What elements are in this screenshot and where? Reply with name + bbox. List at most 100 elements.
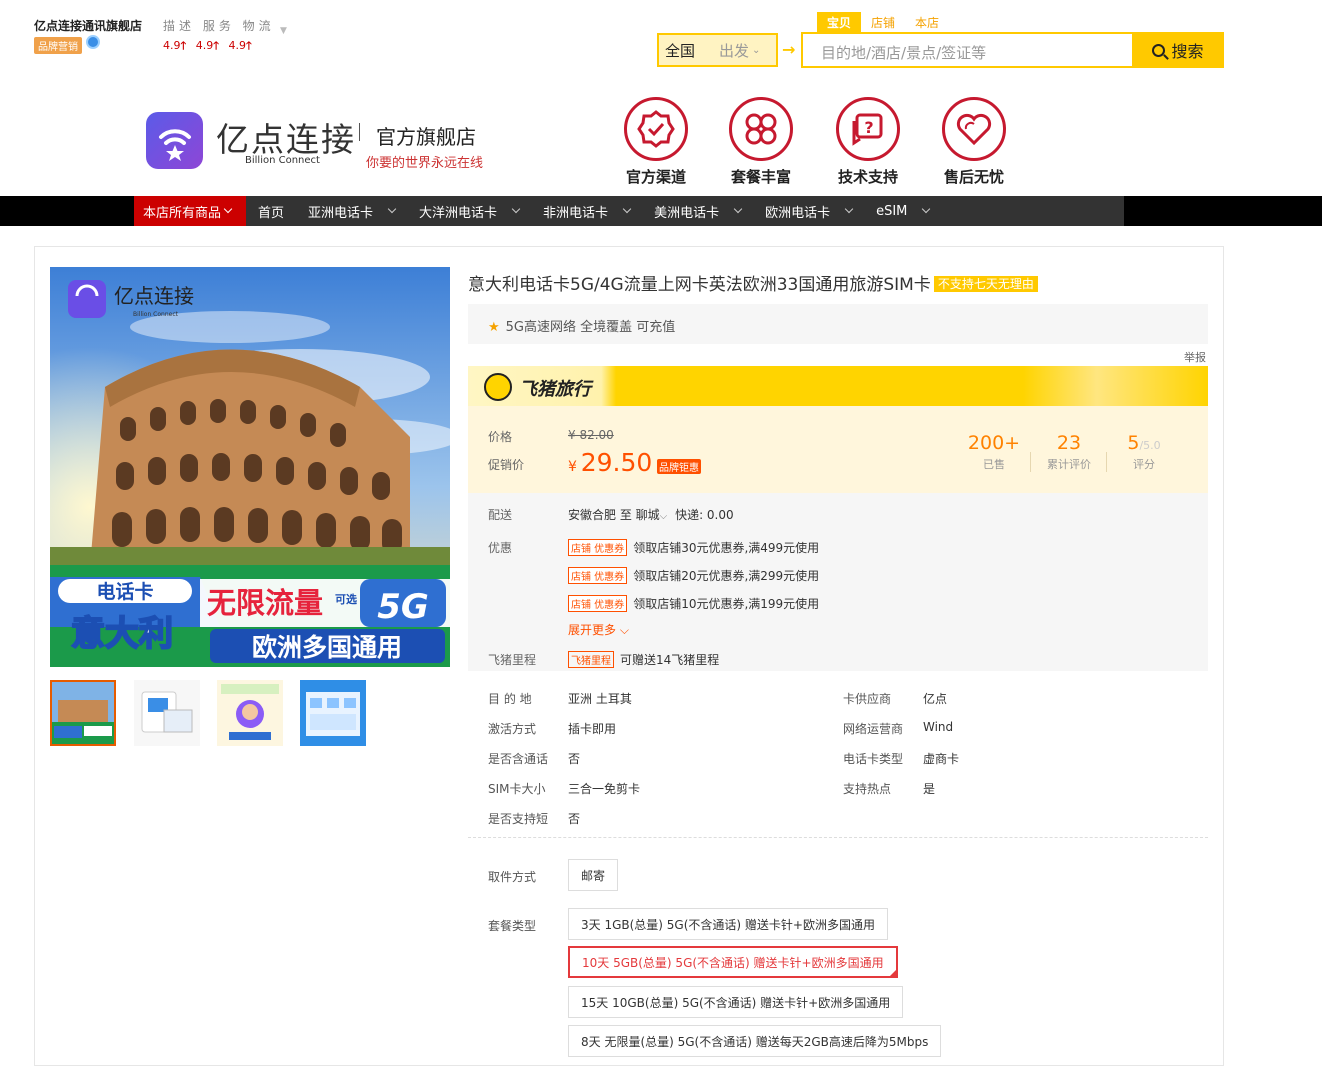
shipping-route[interactable]: 安徽合肥 至 聊城: [568, 508, 660, 522]
shop-name[interactable]: 亿点连接通讯旗舰店: [34, 17, 142, 34]
chevron-down-icon: [223, 204, 233, 214]
attr-value: 虚商卡: [923, 752, 960, 766]
thumbnail-2[interactable]: [134, 680, 200, 746]
attr-value: 插卡即用: [568, 722, 617, 736]
image-text-line1: 电话卡: [96, 580, 153, 603]
stat-rating: 5/5.0 评分: [1112, 432, 1176, 472]
nav-all-products[interactable]: 本店所有商品: [134, 196, 246, 226]
image-text-line4: 5G: [377, 587, 429, 627]
attr-label: 网络运营商: [843, 722, 904, 736]
rating-service: 4.9: [195, 39, 214, 52]
image-text-line3b: 可选: [335, 592, 357, 606]
ratings-dropdown-icon[interactable]: ▼: [280, 26, 287, 36]
clover-icon: [729, 97, 793, 161]
feature-label: 套餐丰富: [730, 168, 791, 186]
attr-label: 卡供应商: [843, 692, 892, 706]
package-option-label: 10天 5GB(总量) 5G(不含通话) 赠送卡针+欧洲多国通用: [582, 955, 884, 970]
search-button-label: 搜索: [1171, 42, 1204, 61]
stat-label: 累计评价: [1047, 458, 1091, 471]
thumbnail-1[interactable]: [50, 680, 116, 746]
attr-label: 电话卡类型: [843, 752, 904, 766]
feature-tech-support: ? 技术支持: [818, 97, 918, 187]
brand-logo-icon[interactable]: [146, 112, 203, 169]
fliggy-brand: 飞猪旅行: [519, 379, 591, 400]
chevron-down-icon: [844, 204, 854, 214]
ratings-values: 4.9🡑 4.9🡑 4.9🡑: [163, 37, 258, 56]
coupon-row[interactable]: 店铺 优惠券 领取店铺20元优惠券,满299元使用: [568, 567, 819, 584]
region-select[interactable]: 全国 出发 ⌄: [657, 33, 778, 67]
search-tab-item[interactable]: 宝贝: [817, 12, 862, 33]
feature-label: 售后无忧: [943, 168, 1004, 186]
original-price: ¥ 82.00: [568, 428, 614, 442]
nav-label: 首页: [258, 205, 285, 221]
search-tab-shop[interactable]: 店铺: [861, 12, 905, 33]
currency-symbol: ¥: [568, 459, 577, 475]
brand-flagship: 官方旗舰店: [376, 125, 476, 149]
package-option[interactable]: 8天 无限量(总量) 5G(不含通话) 赠送每天2GB高速后降为5Mbps: [568, 1025, 942, 1057]
thumbnail-4[interactable]: [300, 680, 366, 746]
nav-label: 美洲电话卡: [654, 205, 720, 221]
promo-price: ¥ 29.50: [568, 448, 652, 477]
arrow-up-icon: 🡑: [245, 39, 252, 52]
stat-suffix: /5.0: [1139, 439, 1161, 452]
attr-label: SIM卡大小: [488, 782, 546, 796]
shipping-info: 安徽合肥 至 聊城⌵ 快递: 0.00: [568, 506, 734, 523]
nav-asia-cards[interactable]: 亚洲电话卡: [296, 196, 407, 226]
mileage-tag: 飞猪里程: [568, 651, 614, 668]
coupon-text: 领取店铺10元优惠券,满199元使用: [633, 597, 820, 611]
nav-africa-cards[interactable]: 非洲电话卡: [531, 196, 642, 226]
search-input[interactable]: 目的地/酒店/景点/签证等: [801, 32, 1134, 68]
search-tab-this-shop[interactable]: 本店: [905, 12, 949, 33]
expand-more-link[interactable]: 展开更多 ⌵: [568, 621, 629, 638]
package-option[interactable]: 3天 1GB(总量) 5G(不含通话) 赠送卡针+欧洲多国通用: [568, 908, 888, 940]
star-icon: ★: [488, 320, 500, 335]
search-button[interactable]: 搜索: [1132, 32, 1224, 68]
feature-official-channel: 官方渠道: [606, 97, 706, 187]
attr-label: 目 的 地: [488, 692, 532, 706]
attr-value: Wind: [923, 720, 954, 734]
report-link[interactable]: 举报: [1184, 349, 1206, 365]
nav-esim[interactable]: eSIM: [864, 196, 941, 226]
mileage-text: 可赠送14飞猪里程: [620, 653, 720, 667]
pickup-option-mail[interactable]: 邮寄: [568, 859, 619, 891]
highlights-text: 5G高速网络 全境覆盖 可充值: [505, 320, 676, 335]
package-label: 套餐类型: [488, 919, 537, 933]
stat-reviews[interactable]: 23 累计评价: [1037, 432, 1101, 472]
package-option[interactable]: 15天 10GB(总量) 5G(不含通话) 赠送卡针+欧洲多国通用: [568, 986, 904, 1018]
nav-label: eSIM: [876, 203, 908, 219]
image-brand: 亿点连接: [114, 284, 194, 308]
promo-label: 促销价: [488, 458, 525, 472]
product-main-image[interactable]: 电话卡 意大利 无限流量 可选 5G 欧洲多国通用 亿点连接 Billion C…: [50, 267, 450, 667]
stat-divider: [1030, 452, 1031, 472]
chat-question-icon: ?: [836, 97, 900, 161]
brand-divider: [359, 123, 360, 141]
feature-label: 官方渠道: [625, 168, 686, 186]
attr-value: 是: [923, 782, 936, 796]
selected-check-icon: [887, 968, 898, 978]
coupon-row[interactable]: 店铺 优惠券 领取店铺10元优惠券,满199元使用: [568, 595, 819, 612]
coupon-row[interactable]: 店铺 优惠券 领取店铺30元优惠券,满499元使用: [568, 539, 819, 556]
nav-europe-cards[interactable]: 欧洲电话卡: [753, 196, 864, 226]
arrow-right-icon: →: [782, 40, 796, 59]
chevron-down-icon: [733, 204, 743, 214]
stat-value: 5: [1127, 432, 1140, 454]
stat-sold: 200+ 已售: [962, 432, 1026, 472]
nav-home[interactable]: 首页: [246, 196, 296, 226]
package-option-selected[interactable]: 10天 5GB(总量) 5G(不含通话) 赠送卡针+欧洲多国通用: [568, 946, 898, 978]
rating-description: 4.9: [163, 39, 181, 52]
arrow-up-icon: 🡑: [180, 39, 187, 52]
mileage-row: 飞猪里程 可赠送14飞猪里程: [568, 651, 719, 668]
chevron-down-icon: ⌵: [619, 623, 629, 637]
coupon-tag: 店铺 优惠券: [568, 595, 628, 612]
nav-oceania-cards[interactable]: 大洋洲电话卡: [407, 196, 531, 226]
nav-label: 大洋洲电话卡: [419, 205, 498, 221]
thumbnail-3[interactable]: [217, 680, 283, 746]
product-title-text: 意大利电话卡5G/4G流量上网卡英法欧洲33国通用旅游SIM卡: [468, 275, 931, 295]
nav-label: 本店所有商品: [143, 205, 222, 221]
rating-logistics: 4.9: [228, 39, 246, 52]
product-title: 意大利电话卡5G/4G流量上网卡英法欧洲33国通用旅游SIM卡 不支持七天无理由: [468, 270, 1038, 295]
nav-america-cards[interactable]: 美洲电话卡: [642, 196, 753, 226]
attr-value: 否: [568, 812, 581, 826]
chevron-down-icon[interactable]: ⌵: [660, 511, 668, 522]
brand-slogan: 你要的世界永远在线: [366, 156, 484, 171]
